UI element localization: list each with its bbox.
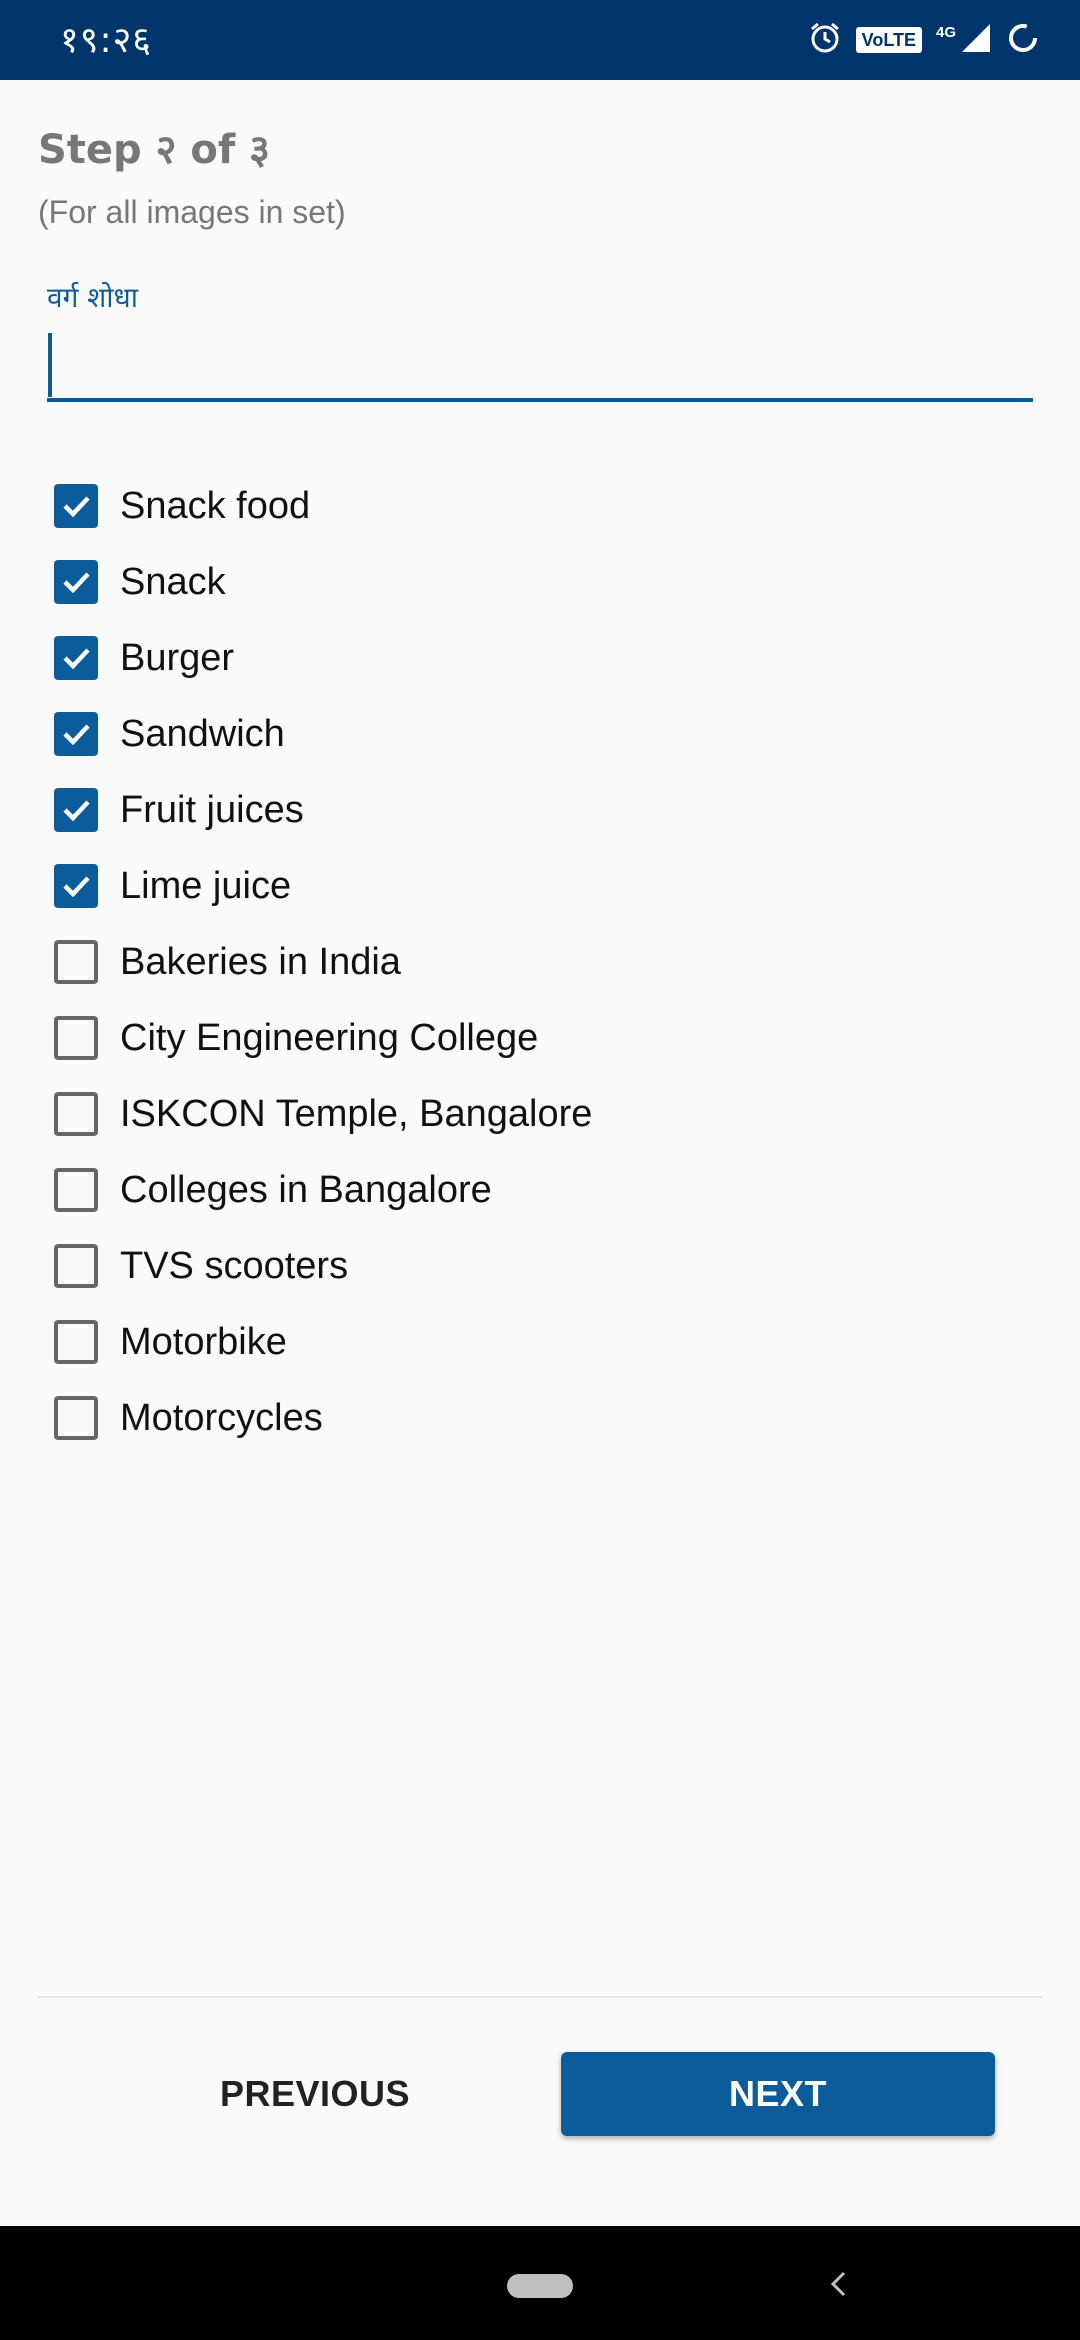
checkbox-unchecked-icon[interactable]: [54, 1092, 98, 1136]
previous-button[interactable]: PREVIOUS: [165, 2052, 465, 2136]
category-item[interactable]: Motorcycles: [50, 1380, 1030, 1456]
category-label: Colleges in Bangalore: [120, 1168, 492, 1211]
home-pill-icon[interactable]: [507, 2274, 573, 2298]
category-item[interactable]: Sandwich: [50, 696, 1030, 772]
checkbox-unchecked-icon[interactable]: [54, 1396, 98, 1440]
checkbox-checked-icon[interactable]: [54, 788, 98, 832]
checkbox-checked-icon[interactable]: [54, 484, 98, 528]
checkbox-unchecked-icon[interactable]: [54, 1168, 98, 1212]
category-label: Bakeries in India: [120, 940, 401, 983]
category-label: City Engineering College: [120, 1016, 539, 1059]
category-item[interactable]: City Engineering College: [50, 1000, 1030, 1076]
signal-icon: [960, 22, 992, 59]
alarm-icon: [808, 21, 842, 60]
category-label: Lime juice: [120, 864, 292, 907]
category-item[interactable]: Motorbike: [50, 1304, 1030, 1380]
status-icons: VoLTE 4G: [808, 20, 1040, 60]
footer-divider: [38, 1996, 1042, 1998]
category-label: Fruit juices: [120, 788, 304, 831]
page-subtitle: (For all images in set): [38, 194, 346, 230]
category-item[interactable]: Fruit juices: [50, 772, 1030, 848]
status-bar: १९:२६ VoLTE 4G: [0, 0, 1080, 80]
category-label: Snack food: [120, 484, 311, 527]
checkbox-checked-icon[interactable]: [54, 560, 98, 604]
checkbox-checked-icon[interactable]: [54, 636, 98, 680]
checkbox-checked-icon[interactable]: [54, 712, 98, 756]
status-time: १९:२६: [60, 20, 153, 61]
category-item[interactable]: TVS scooters: [50, 1228, 1030, 1304]
category-item[interactable]: Snack food: [50, 468, 1030, 544]
checkbox-unchecked-icon[interactable]: [54, 1244, 98, 1288]
page-title: Step २ of ३: [38, 127, 270, 173]
category-label: ISKCON Temple, Bangalore: [120, 1092, 593, 1135]
loading-icon: [1006, 21, 1040, 60]
checkbox-unchecked-icon[interactable]: [54, 1320, 98, 1364]
category-label: TVS scooters: [120, 1244, 349, 1287]
category-item[interactable]: Bakeries in India: [50, 924, 1030, 1000]
category-item[interactable]: ISKCON Temple, Bangalore: [50, 1076, 1030, 1152]
category-label: Motorbike: [120, 1320, 287, 1363]
category-item[interactable]: Lime juice: [50, 848, 1030, 924]
checkbox-unchecked-icon[interactable]: [54, 1016, 98, 1060]
network-type: 4G: [935, 23, 956, 41]
back-chevron-icon[interactable]: [826, 2270, 852, 2303]
text-cursor: [48, 333, 52, 397]
category-item[interactable]: Burger: [50, 620, 1030, 696]
category-label: Motorcycles: [120, 1396, 323, 1439]
category-label: Sandwich: [120, 712, 285, 755]
category-search-input[interactable]: [47, 330, 1033, 402]
category-label: Burger: [120, 636, 235, 679]
category-item[interactable]: Colleges in Bangalore: [50, 1152, 1030, 1228]
category-checklist: Snack food Snack Burger Sandwich Fruit juice…: [50, 468, 1030, 1456]
navigation-bar: [0, 2226, 1080, 2340]
checkbox-checked-icon[interactable]: [54, 864, 98, 908]
search-label: वर्ग शोधा: [47, 281, 138, 314]
category-item[interactable]: Snack: [50, 544, 1030, 620]
volte-icon: VoLTE: [855, 27, 922, 53]
checkbox-unchecked-icon[interactable]: [54, 940, 98, 984]
category-label: Snack: [120, 560, 226, 603]
next-button[interactable]: NEXT: [561, 2052, 995, 2136]
